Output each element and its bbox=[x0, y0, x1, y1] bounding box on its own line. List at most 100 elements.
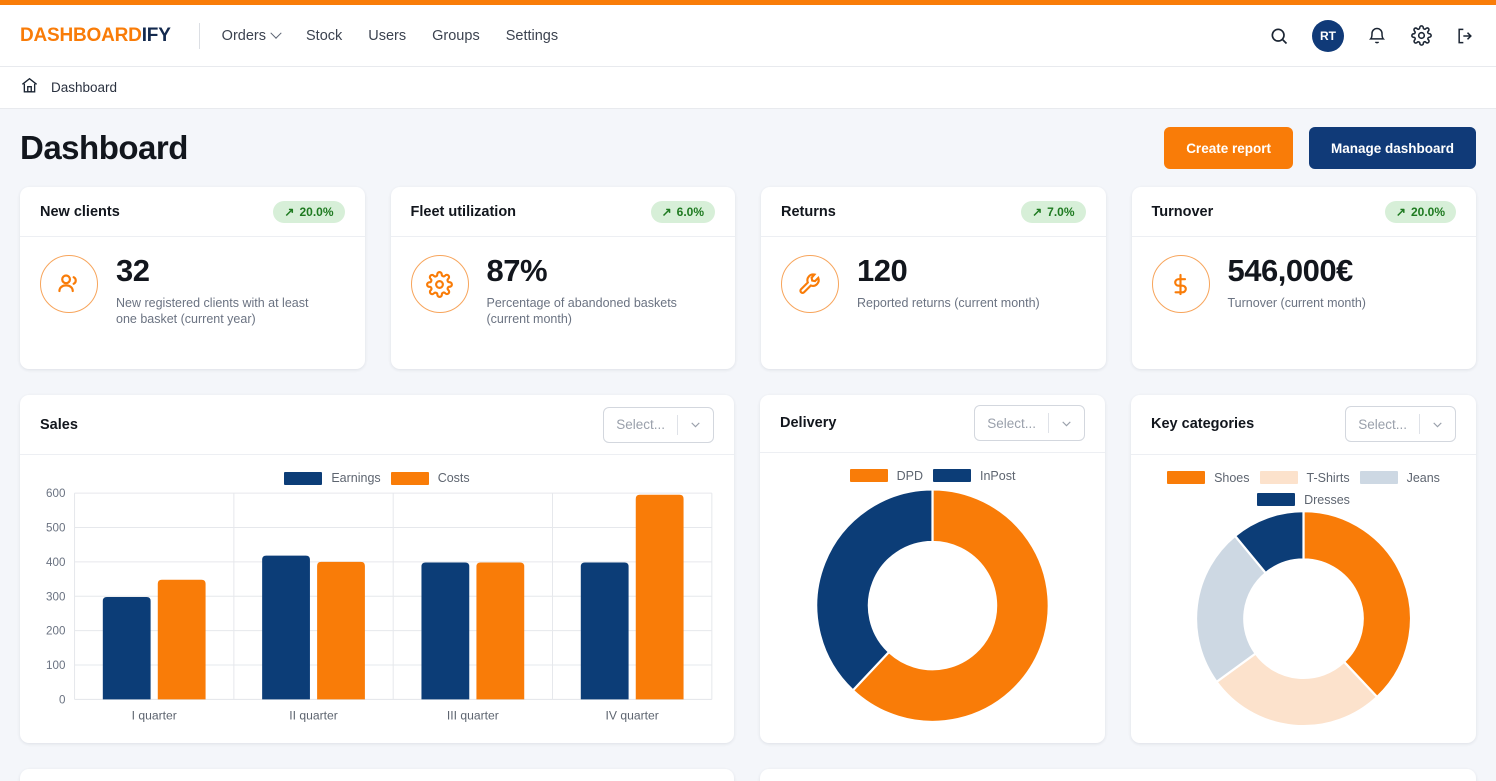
users-icon bbox=[40, 255, 98, 313]
chart-row: Sales Select... Earnings Costs 0 100 200 300… bbox=[20, 395, 1476, 743]
legend-swatch bbox=[1257, 493, 1296, 507]
key-categories-legend: Shoes T-Shirts Jeans Dresses bbox=[1139, 465, 1468, 509]
select-value: Select... bbox=[616, 417, 665, 432]
gear-icon[interactable] bbox=[1410, 25, 1432, 47]
page-header: Dashboard Create report Manage dashboard bbox=[20, 109, 1476, 187]
bottom-card-left: Select... bbox=[20, 769, 734, 781]
brand-logo-light: IFY bbox=[141, 24, 171, 46]
badge-value: 6.0% bbox=[676, 204, 704, 219]
kpi-body: 546,000€ Turnover (current month) bbox=[1132, 237, 1477, 313]
svg-text:III quarter: III quarter bbox=[447, 709, 499, 723]
kpi-text: 32 New registered clients with at least … bbox=[116, 253, 326, 328]
sales-period-select[interactable]: Select... bbox=[603, 406, 714, 443]
svg-text:II quarter: II quarter bbox=[289, 709, 338, 723]
kpi-row: New clients ↗ 20.0% 32 New registered cl bbox=[20, 187, 1476, 369]
legend-label: Jeans bbox=[1406, 470, 1440, 485]
kpi-body: 32 New registered clients with at least … bbox=[20, 237, 365, 328]
chevron-down-icon bbox=[678, 418, 713, 431]
legend-label: InPost bbox=[979, 468, 1016, 483]
breadcrumb-item-dashboard[interactable]: Dashboard bbox=[51, 80, 117, 95]
kpi-value: 546,000€ bbox=[1227, 253, 1354, 288]
brand-logo-bold: DASHBOARD bbox=[20, 24, 142, 46]
kpi-header: Fleet utilization ↗ 6.0% bbox=[390, 187, 735, 237]
nav-item-orders[interactable]: Orders bbox=[221, 27, 282, 44]
nav-item-orders-label: Orders bbox=[221, 27, 266, 44]
bottom-card-right: Select... bbox=[760, 769, 1476, 781]
brand-logo[interactable]: DASHBOARDIFY bbox=[20, 25, 171, 47]
legend-swatch bbox=[932, 469, 971, 483]
nav-item-users[interactable]: Users bbox=[368, 28, 406, 44]
kpi-description: Reported returns (current month) bbox=[857, 295, 1040, 310]
kpi-value: 87% bbox=[486, 253, 548, 288]
badge-value: 20.0% bbox=[1410, 204, 1445, 219]
chart-title: Delivery bbox=[780, 415, 837, 432]
legend-label: Shoes bbox=[1214, 470, 1250, 485]
trend-up-icon: ↗ bbox=[1032, 204, 1043, 219]
delivery-donut-chart bbox=[815, 487, 1050, 723]
bottom-chart-row: Select... Select... bbox=[20, 769, 1476, 781]
manage-dashboard-button[interactable]: Manage dashboard bbox=[1308, 127, 1476, 169]
gear-icon bbox=[410, 255, 469, 313]
dollar-icon bbox=[1151, 255, 1210, 313]
chevron-down-icon bbox=[1420, 418, 1455, 431]
legend-label: Dresses bbox=[1304, 492, 1350, 507]
nav-item-settings[interactable]: Settings bbox=[506, 28, 558, 44]
page-title: Dashboard bbox=[20, 129, 188, 166]
home-icon[interactable] bbox=[20, 76, 39, 100]
kpi-value: 120 bbox=[857, 253, 908, 288]
select-value: Select... bbox=[987, 415, 1036, 431]
kpi-body: 87% Percentage of abandoned baskets (cur… bbox=[391, 237, 736, 328]
kpi-value: 32 bbox=[116, 253, 150, 288]
chevron-down-icon bbox=[1049, 417, 1084, 430]
chart-card-delivery: Delivery Select... DPD InPost bbox=[760, 395, 1105, 743]
key-categories-period-select[interactable]: Select... bbox=[1345, 406, 1456, 443]
kpi-title: Turnover bbox=[1151, 203, 1214, 220]
chart-header: Delivery Select... bbox=[760, 395, 1105, 453]
status-badge: ↗ 20.0% bbox=[1384, 200, 1456, 223]
kpi-card-returns: Returns ↗ 7.0% 120 Reported returns (cur… bbox=[761, 187, 1106, 369]
kpi-text: 120 Reported returns (current month) bbox=[857, 253, 1040, 311]
kpi-card-fleet-utilization: Fleet utilization ↗ 6.0% 87% Percentage … bbox=[390, 187, 736, 369]
kpi-header: Returns ↗ 7.0% bbox=[761, 187, 1106, 237]
chart-title: Key categories bbox=[1151, 416, 1255, 433]
legend-item: Costs bbox=[390, 471, 470, 485]
kpi-title: New clients bbox=[40, 203, 120, 220]
logo-divider bbox=[198, 22, 200, 49]
sales-chart-body: Earnings Costs 0 100 200 300 400 500 600 I quart… bbox=[20, 455, 734, 743]
avatar[interactable]: RT bbox=[1312, 19, 1344, 52]
delivery-period-select[interactable]: Select... bbox=[974, 405, 1085, 442]
kpi-description: New registered clients with at least one… bbox=[116, 295, 309, 327]
legend-item: InPost bbox=[932, 468, 1016, 483]
legend-swatch bbox=[1259, 471, 1298, 485]
svg-text:100: 100 bbox=[46, 659, 66, 672]
kpi-card-turnover: Turnover ↗ 20.0% 546,000€ Turnover (curr… bbox=[1131, 187, 1477, 369]
sales-legend: Earnings Costs bbox=[28, 465, 726, 487]
svg-text:I quarter: I quarter bbox=[132, 709, 177, 723]
legend-item: DPD bbox=[849, 469, 923, 483]
nav-item-groups[interactable]: Groups bbox=[432, 28, 480, 44]
legend-label: Earnings bbox=[331, 471, 381, 485]
kpi-text: 546,000€ Turnover (current month) bbox=[1227, 253, 1366, 311]
key-categories-chart-body: Shoes T-Shirts Jeans Dresses bbox=[1131, 455, 1476, 743]
legend-label: Costs bbox=[437, 471, 470, 485]
create-report-button[interactable]: Create report bbox=[1164, 127, 1293, 169]
legend-swatch bbox=[849, 469, 888, 483]
legend-item: Dresses bbox=[1257, 493, 1350, 507]
kpi-card-new-clients: New clients ↗ 20.0% 32 New registered cl bbox=[20, 187, 365, 369]
search-icon[interactable] bbox=[1268, 25, 1290, 47]
logout-icon[interactable] bbox=[1454, 25, 1476, 47]
chart-header: Sales Select... bbox=[20, 395, 734, 455]
chart-title: Sales bbox=[40, 416, 78, 433]
nav-item-stock[interactable]: Stock bbox=[306, 28, 342, 44]
chart-card-key-categories: Key categories Select... Shoes T-Shirts Je… bbox=[1131, 395, 1476, 743]
legend-item: Earnings bbox=[284, 471, 381, 485]
legend-item: T-Shirts bbox=[1259, 471, 1350, 485]
bell-icon[interactable] bbox=[1366, 25, 1388, 47]
kpi-body: 120 Reported returns (current month) bbox=[761, 237, 1106, 313]
breadcrumb: Dashboard bbox=[0, 67, 1496, 109]
chart-header: Key categories Select... bbox=[1131, 395, 1476, 455]
badge-value: 7.0% bbox=[1047, 204, 1075, 219]
trend-up-icon: ↗ bbox=[1395, 204, 1406, 219]
kpi-header: New clients ↗ 20.0% bbox=[20, 187, 365, 237]
kpi-description: Percentage of abandoned baskets (current… bbox=[486, 295, 677, 327]
